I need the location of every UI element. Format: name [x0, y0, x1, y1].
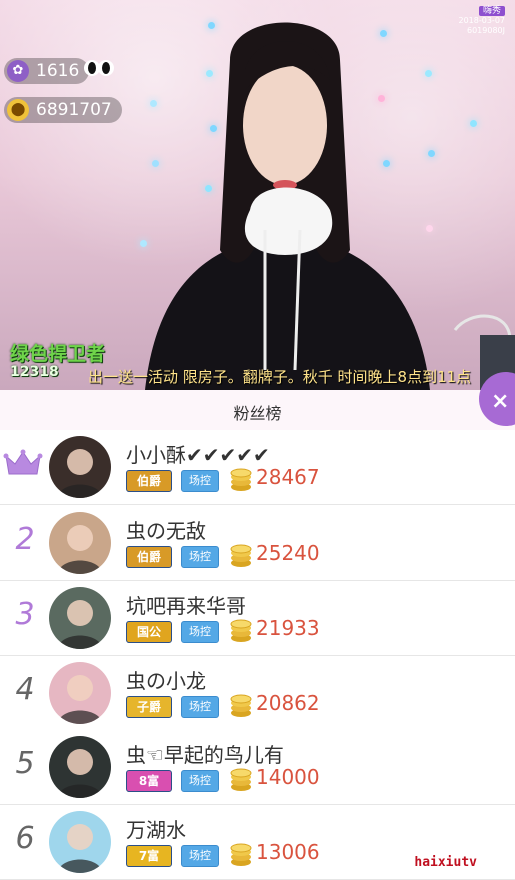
panda-icon: [84, 60, 114, 76]
moderator-badge: 场控: [181, 621, 219, 643]
coin-stack-icon: [230, 619, 252, 642]
noble-rank-badge: 伯爵: [126, 546, 172, 568]
rank-number: 5: [15, 746, 35, 781]
coin-amount: 21933: [256, 616, 320, 640]
fan-name: 小小酥✔✔✔✔✔: [126, 443, 270, 467]
fan-name: 万湖水: [126, 818, 186, 842]
moderator-badge: 场控: [181, 845, 219, 867]
moderator-badge: 场控: [181, 696, 219, 718]
rank-number: 6: [15, 821, 35, 856]
avatar[interactable]: [49, 512, 111, 574]
fan-row[interactable]: 5 虫☜早起的鸟儿有 8富 场控 14000: [0, 730, 515, 805]
coin-stack-icon: [230, 694, 252, 717]
noble-rank-badge: 伯爵: [126, 470, 172, 492]
coin-stack-icon: [230, 468, 252, 491]
avatar[interactable]: [49, 587, 111, 649]
coin-total: ⬤ 6891707: [4, 97, 122, 123]
announcement-ticker: 出一送一活动 限房子。翻牌子。秋千 时间晚上8点到11点: [88, 368, 472, 386]
coin-stack-icon: [230, 768, 252, 791]
fan-name: 虫☜早起的鸟儿有: [126, 743, 284, 767]
fan-name: 坑吧再来华哥: [126, 594, 246, 618]
live-video[interactable]: ✿ 1616 ⬤ 6891707 嗨秀 2018-03-07 6019080J …: [0, 0, 515, 390]
coin-amount: 25240: [256, 541, 320, 565]
flower-icon: ✿: [7, 60, 29, 82]
moderator-badge: 场控: [181, 470, 219, 492]
fan-name: 虫の小龙: [126, 669, 206, 693]
rank-number: 2: [15, 522, 35, 557]
avatar[interactable]: [49, 811, 111, 873]
noble-rank-badge: 子爵: [126, 696, 172, 718]
fan-row[interactable]: 小小酥✔✔✔✔✔ 伯爵 场控 28467: [0, 430, 515, 505]
fan-row[interactable]: 2 虫の无敌 伯爵 场控 25240: [0, 506, 515, 581]
moderator-badge: 场控: [181, 770, 219, 792]
rank-number: 3: [15, 597, 35, 632]
crown-icon: [3, 449, 43, 475]
coin-stack-icon: [230, 843, 252, 866]
avatar[interactable]: [49, 436, 111, 498]
moderator-badge: 场控: [181, 546, 219, 568]
wallet-icon: ⬤: [7, 99, 29, 121]
noble-rank-badge: 7富: [126, 845, 172, 867]
noble-rank-badge: 国公: [126, 621, 172, 643]
coin-stack-icon: [230, 544, 252, 567]
coin-amount: 28467: [256, 465, 320, 489]
fan-row[interactable]: 4 虫の小龙 子爵 场控 20862: [0, 656, 515, 731]
coin-amount: 20862: [256, 691, 320, 715]
avatar[interactable]: [49, 736, 111, 798]
noble-rank-badge: 8富: [126, 770, 172, 792]
light-decoration: [470, 120, 477, 127]
viewer-count: ✿ 1616: [4, 58, 90, 84]
avatar[interactable]: [49, 662, 111, 724]
fan-row[interactable]: 3 坑吧再来华哥 国公 场控 21933: [0, 581, 515, 656]
fan-ranking-header: 粉丝榜 ×: [0, 372, 515, 431]
fan-name: 虫の无敌: [126, 519, 206, 543]
streamer-figure: [145, 22, 430, 390]
coin-amount: 13006: [256, 840, 320, 864]
watermark: haixiutv: [414, 855, 477, 870]
app-logo: 嗨秀 2018-03-07 6019080J: [458, 6, 505, 35]
coin-amount: 14000: [256, 765, 320, 789]
close-icon: ×: [491, 389, 510, 414]
rank-number: 4: [15, 672, 35, 707]
panel-title: 粉丝榜: [233, 404, 282, 423]
